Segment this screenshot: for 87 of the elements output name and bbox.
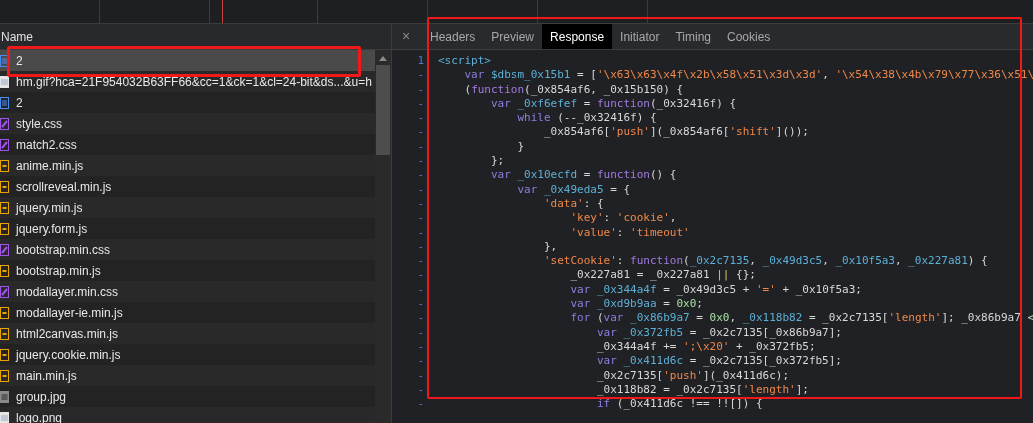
code-line: for (var _0x86b9a7 = 0x0, _0x118b82 = _0x2c7135['length']; _0x86b9a7 < bbox=[569, 311, 1033, 326]
code-line: var _0x344a4f = _0x49d3c5 + '=' + _0x10f5a3; bbox=[569, 282, 863, 298]
code-line: if (_0x411d6c !== !![]) { bbox=[595, 397, 764, 412]
script-file-icon bbox=[0, 348, 9, 361]
line-number: - bbox=[417, 182, 424, 197]
line-number: - bbox=[417, 382, 424, 398]
stylesheet-icon bbox=[0, 138, 9, 151]
code-line: _0x227a81 = _0x227a81 || {}; bbox=[569, 268, 757, 283]
close-button[interactable]: × bbox=[392, 24, 420, 49]
script-file-icon bbox=[0, 201, 9, 214]
request-row[interactable]: 2 bbox=[0, 50, 375, 71]
line-number: - bbox=[417, 68, 424, 83]
code-line: 'data': { bbox=[542, 196, 605, 212]
request-row[interactable]: bootstrap.min.css bbox=[0, 239, 375, 260]
script-file-icon bbox=[0, 306, 9, 319]
line-number: - bbox=[417, 397, 424, 412]
panel-tab[interactable]: Initiator bbox=[612, 24, 668, 49]
line-number: - bbox=[417, 196, 424, 212]
line-number: - bbox=[417, 154, 424, 169]
document-icon bbox=[0, 54, 9, 67]
scrollbar-thumb[interactable] bbox=[376, 65, 390, 155]
image-file-icon bbox=[0, 411, 9, 423]
line-number: - bbox=[417, 325, 424, 340]
line-number: - bbox=[417, 225, 424, 240]
line-number: - bbox=[417, 368, 424, 383]
code-line: 'value': 'timeout' bbox=[569, 225, 691, 240]
script-file-icon bbox=[0, 264, 9, 277]
stylesheet-icon bbox=[0, 243, 9, 256]
line-number: - bbox=[417, 82, 424, 97]
line-number: - bbox=[417, 125, 424, 140]
request-row[interactable]: style.css bbox=[0, 113, 375, 134]
code-line: _0x344a4f += ';\x20' + _0x372fb5; bbox=[595, 339, 817, 355]
request-row[interactable]: jquery.min.js bbox=[0, 197, 375, 218]
line-number: 1 bbox=[417, 54, 424, 69]
line-number: - bbox=[417, 211, 424, 226]
code-line: var _0xd9b9aa = 0x0; bbox=[569, 297, 704, 312]
code-line: 'setCookie': function(_0x2c7135, _0x49d3c5, _0x10f5a3, _0x227a81) { bbox=[542, 254, 989, 269]
script-file-icon bbox=[0, 180, 9, 193]
code-line: <script> bbox=[438, 54, 492, 69]
request-row[interactable]: modallayer.min.css bbox=[0, 281, 375, 302]
scrollbar[interactable] bbox=[375, 50, 391, 423]
line-number: - bbox=[417, 239, 424, 255]
code-line: } bbox=[516, 139, 526, 155]
script-file-icon bbox=[0, 222, 9, 235]
panel-tab[interactable]: Preview bbox=[483, 24, 543, 49]
code-line: }, bbox=[542, 239, 559, 255]
line-number: - bbox=[417, 96, 424, 112]
line-number: - bbox=[417, 111, 424, 126]
code-line: var _0x49eda5 = { bbox=[516, 182, 632, 197]
script-file-icon bbox=[0, 159, 9, 172]
image-file-icon bbox=[0, 390, 9, 403]
code-line: }; bbox=[489, 154, 506, 169]
code-line: 'key': 'cookie', bbox=[569, 211, 678, 226]
line-number: - bbox=[417, 282, 424, 298]
code-line: var _0x10ecfd = function() { bbox=[489, 168, 678, 183]
script-file-icon bbox=[0, 369, 9, 382]
code-line: var _0xf6efef = function(_0x32416f) { bbox=[489, 96, 738, 112]
panel-tab[interactable]: Cookies bbox=[719, 24, 779, 49]
column-header[interactable]: Name bbox=[0, 27, 33, 46]
image-file-icon bbox=[0, 75, 9, 88]
panel-tab[interactable]: Headers bbox=[422, 24, 484, 49]
request-row[interactable]: hm.gif?hca=21F954032B63FF66&cc=1&ck=1&cl=24-bit&ds...&u=h bbox=[0, 71, 375, 92]
code-line: var _0x372fb5 = _0x2c7135[_0x86b9a7]; bbox=[595, 325, 843, 340]
request-row[interactable]: html2canvas.min.js bbox=[0, 323, 375, 344]
stylesheet-icon bbox=[0, 117, 9, 130]
panel-tab[interactable]: Response bbox=[542, 24, 613, 49]
line-number: - bbox=[417, 354, 424, 369]
line-number: - bbox=[417, 297, 424, 312]
code-line: _0x854af6['push'](_0x854af6['shift']()); bbox=[542, 125, 810, 140]
line-number: - bbox=[417, 168, 424, 183]
panel-tab[interactable]: Timing bbox=[667, 24, 719, 49]
code-line: _0x118b82 = _0x2c7135['length']; bbox=[595, 382, 810, 398]
code-line: _0x2c7135['push'](_0x411d6c); bbox=[595, 368, 790, 383]
script-file-icon bbox=[0, 327, 9, 340]
code-line: while (--_0x32416f) { bbox=[516, 111, 658, 126]
line-number: - bbox=[417, 268, 424, 283]
stylesheet-icon bbox=[0, 285, 9, 298]
line-number: - bbox=[417, 311, 424, 326]
line-number: - bbox=[417, 339, 424, 355]
scroll-up-arrow-icon[interactable] bbox=[379, 56, 387, 61]
line-number: - bbox=[417, 254, 424, 269]
request-row[interactable]: anime.min.js bbox=[0, 155, 375, 176]
line-number: - bbox=[417, 139, 424, 155]
request-row[interactable]: main.min.js bbox=[0, 365, 375, 386]
code-line: var _0x411d6c = _0x2c7135[_0x372fb5]; bbox=[595, 354, 843, 369]
document-icon bbox=[0, 96, 9, 109]
code-line: (function(_0x854af6, _0x15b150) { bbox=[463, 82, 685, 97]
